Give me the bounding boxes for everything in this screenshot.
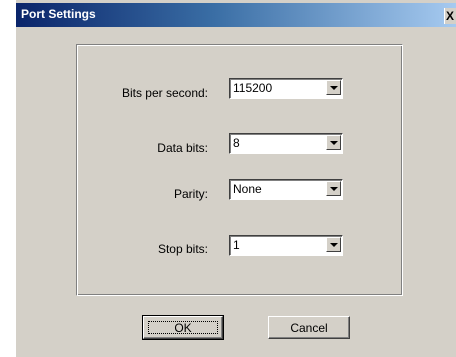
parity-value: None bbox=[233, 182, 262, 196]
focus-rectangle: OK bbox=[148, 321, 218, 334]
ok-button-label: OK bbox=[174, 321, 192, 335]
data-bits-select[interactable]: 8 bbox=[229, 133, 343, 154]
data-bits-value: 8 bbox=[233, 136, 240, 150]
bits-per-second-select[interactable]: 115200 bbox=[229, 78, 343, 99]
chevron-down-icon[interactable] bbox=[326, 135, 341, 150]
parity-label: Parity: bbox=[173, 187, 208, 201]
stop-bits-label: Stop bits: bbox=[157, 242, 208, 256]
close-button[interactable]: X bbox=[444, 8, 456, 24]
close-icon: X bbox=[446, 9, 455, 23]
stop-bits-select[interactable]: 1 bbox=[229, 235, 343, 256]
cancel-button[interactable]: Cancel bbox=[268, 316, 350, 339]
title-bar[interactable]: Port Settings X bbox=[16, 3, 456, 27]
data-bits-label: Data bits: bbox=[157, 141, 208, 155]
bits-per-second-value: 115200 bbox=[233, 81, 273, 95]
parity-select[interactable]: None bbox=[229, 179, 343, 200]
window-title: Port Settings bbox=[21, 7, 96, 21]
stop-bits-value: 1 bbox=[233, 238, 240, 252]
chevron-down-icon[interactable] bbox=[326, 181, 341, 196]
chevron-down-icon[interactable] bbox=[326, 237, 341, 252]
chevron-down-icon[interactable] bbox=[326, 80, 341, 95]
bits-per-second-label: Bits per second: bbox=[121, 86, 208, 100]
ok-button[interactable]: OK bbox=[142, 315, 224, 340]
